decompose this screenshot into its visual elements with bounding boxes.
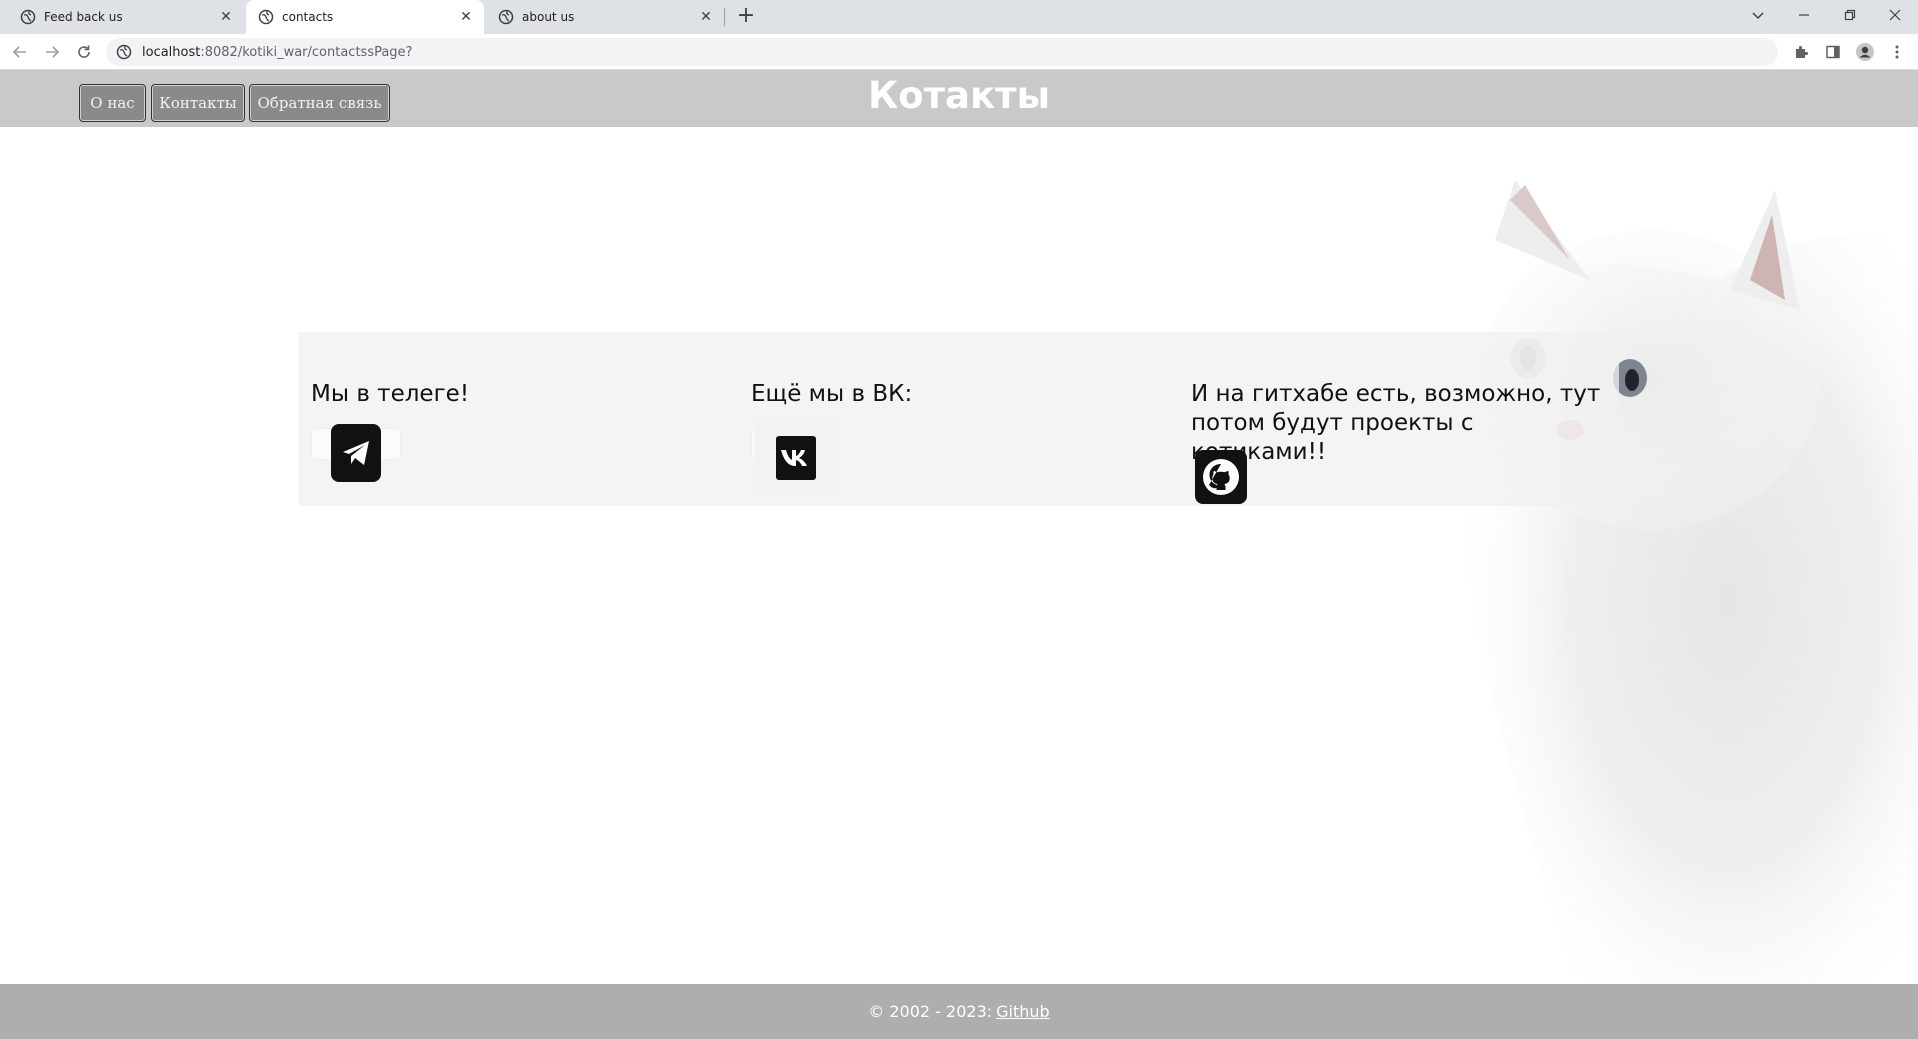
- close-icon[interactable]: ✕: [218, 9, 234, 25]
- site-header: О нас Контакты Обратная связь Котакты: [0, 70, 1918, 127]
- page-title: Котакты: [867, 74, 1051, 117]
- tab-about-us[interactable]: about us ✕: [486, 0, 724, 34]
- url-path: :8082/kotiki_war/contactssPage?: [200, 44, 413, 60]
- new-tab-plus-icon[interactable]: +: [734, 5, 758, 29]
- white-cat-background-image: [1467, 180, 1918, 1039]
- reload-icon[interactable]: [72, 40, 96, 64]
- tab-title: about us: [522, 10, 575, 24]
- globe-icon: [498, 9, 514, 25]
- page-viewport: О нас Контакты Обратная связь Котакты Мы…: [0, 70, 1918, 1039]
- tab-separator: [724, 8, 725, 26]
- tab-feed-back-us[interactable]: Feed back us ✕: [0, 0, 244, 34]
- footer-copyright: © 2002 - 2023:: [868, 1002, 993, 1021]
- contact-github: И на гитхабе есть, возможно, тут потом б…: [1179, 332, 1619, 506]
- tab-contacts[interactable]: contacts ✕: [246, 0, 484, 34]
- profile-avatar-icon[interactable]: [1853, 40, 1877, 64]
- contact-vk: Ещё мы в ВК:: [739, 332, 1179, 506]
- close-icon[interactable]: ✕: [458, 9, 474, 25]
- vk-icon[interactable]: [776, 436, 816, 480]
- side-panel-icon[interactable]: [1821, 40, 1845, 64]
- contact-telegram: Мы в телеге!: [299, 332, 739, 506]
- close-window-icon[interactable]: [1872, 0, 1918, 30]
- address-bar[interactable]: localhost:8082/kotiki_war/contactssPage?: [106, 38, 1778, 66]
- github-icon[interactable]: [1195, 450, 1247, 504]
- telegram-heading: Мы в телеге!: [311, 381, 470, 407]
- kebab-menu-icon[interactable]: [1885, 40, 1909, 64]
- site-footer: © 2002 - 2023: Github: [0, 984, 1918, 1039]
- url-host: localhost: [142, 44, 201, 60]
- back-arrow-icon[interactable]: [8, 40, 32, 64]
- restore-icon[interactable]: [1827, 0, 1873, 30]
- browser-toolbar: localhost:8082/kotiki_war/contactssPage?: [0, 34, 1918, 70]
- url-text: localhost:8082/kotiki_war/contactssPage?: [142, 45, 412, 60]
- tab-title: contacts: [282, 10, 334, 24]
- footer-github-link[interactable]: Github: [996, 1002, 1050, 1021]
- globe-icon: [20, 9, 36, 25]
- extensions-puzzle-icon[interactable]: [1789, 40, 1813, 64]
- globe-icon: [258, 9, 274, 25]
- site-info-icon[interactable]: [116, 44, 132, 60]
- minimize-icon[interactable]: [1781, 0, 1827, 30]
- browser-tab-bar: Feed back us ✕ contacts ✕ about us ✕ +: [0, 0, 1918, 34]
- close-icon[interactable]: ✕: [698, 9, 714, 25]
- contacts-panel: Мы в телеге! Ещё мы в ВК: И на гитхабе е…: [299, 332, 1619, 506]
- github-heading: И на гитхабе есть, возможно, тут потом б…: [1191, 381, 1601, 465]
- forward-arrow-icon[interactable]: [40, 40, 64, 64]
- tab-search-chevron-icon[interactable]: [1735, 0, 1781, 30]
- tab-title: Feed back us: [44, 10, 123, 24]
- telegram-icon[interactable]: [331, 424, 381, 482]
- vk-heading: Ещё мы в ВК:: [751, 381, 913, 407]
